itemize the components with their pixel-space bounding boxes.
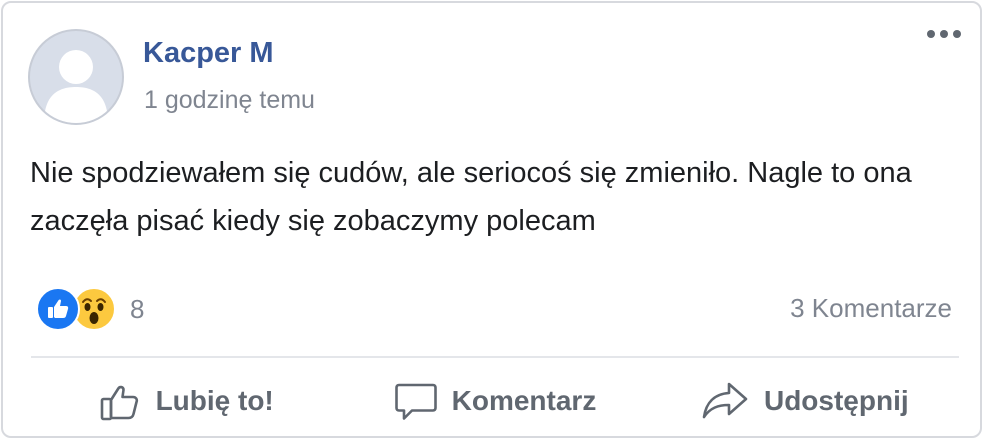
post-card: Kacper M 1 godzinę temu Nie spodziewałem…	[1, 1, 982, 438]
comment-button-label: Komentarz	[451, 385, 597, 416]
share-button[interactable]: Udostępnij	[650, 365, 959, 437]
post-actions: Lubię to! Komentarz Udostępnij	[31, 365, 959, 437]
dot	[953, 30, 961, 38]
dot	[927, 30, 935, 38]
share-arrow-icon	[702, 382, 748, 419]
author-name[interactable]: Kacper M	[143, 37, 274, 70]
more-options-icon[interactable]	[924, 28, 964, 40]
post-text: Nie spodziewałem się cudów, ale seriocoś…	[30, 157, 912, 237]
default-avatar-icon	[44, 50, 108, 123]
dot	[940, 30, 948, 38]
reaction-count: 8	[130, 293, 145, 324]
post-timestamp[interactable]: 1 godzinę temu	[144, 86, 315, 115]
thumbs-up-icon	[100, 385, 138, 421]
share-button-label: Udostępnij	[763, 385, 909, 416]
avatar[interactable]	[28, 29, 124, 125]
divider	[31, 356, 959, 358]
reactions-summary[interactable]: 8	[36, 287, 144, 331]
speech-bubble-icon	[394, 383, 437, 420]
comments-count[interactable]: 3 Komentarze	[790, 293, 952, 324]
like-button[interactable]: Lubię to!	[31, 365, 340, 437]
like-button-label: Lubię to!	[155, 385, 274, 416]
comment-button[interactable]: Komentarz	[340, 365, 649, 437]
like-reaction-icon	[36, 287, 80, 331]
